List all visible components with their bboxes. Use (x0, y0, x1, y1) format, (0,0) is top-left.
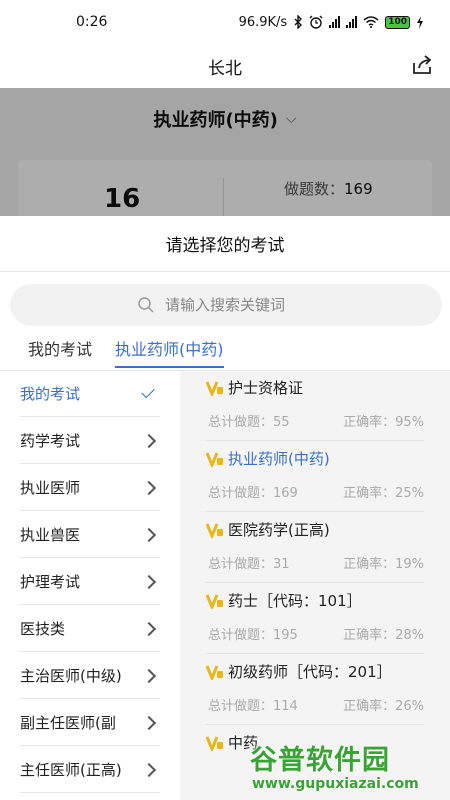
exam-total: 总计做题：195 (208, 628, 298, 643)
chevron-right-icon (141, 480, 157, 495)
exam-total: 总计做题：169 (208, 486, 298, 501)
vip-badge-icon (206, 664, 223, 680)
exam-list: 护士资格证 总计做题：55 正确率：95% 执业药师(中药) 总计做题：169 … (180, 371, 450, 800)
picker-content: 我的考试 药学考试 执业医师 执业兽医 护理考试 医技类 主治医师(中级) 副主… (0, 370, 450, 800)
vip-badge-icon (206, 380, 223, 396)
exam-stats: 总计做题：55 正确率：95% (208, 411, 424, 430)
chevron-right-icon (141, 762, 157, 777)
category-item-physician[interactable]: 执业医师 (20, 465, 160, 511)
wifi-icon (363, 16, 379, 28)
exam-picker-sheet: 请选择您的考试 我的考试 执业药师(中药) 我的考试 药学考试 执业医师 执业兽… (0, 216, 450, 800)
exam-title: 药士［代码：101］ (206, 590, 362, 611)
watermark-title: 谷普软件园 (250, 745, 390, 776)
category-item-veterinary[interactable]: 执业兽医 (20, 512, 160, 558)
exam-stats: 总计做题：31 正确率：19% (208, 553, 424, 572)
search-input[interactable] (165, 296, 315, 314)
chevron-right-icon (141, 621, 157, 636)
vip-badge-icon (206, 735, 223, 751)
status-icons: 96.9K/s 100 (239, 15, 424, 30)
category-item-nursing[interactable]: 护理考试 (20, 559, 160, 605)
exam-title: 执业药师(中药) (206, 448, 330, 469)
checkmark-icon (141, 384, 155, 399)
chevron-right-icon (141, 527, 157, 542)
bluetooth-icon (294, 15, 303, 29)
category-label: 主治医师(中级) (20, 667, 122, 685)
category-label: 副主任医师(副 (20, 714, 116, 732)
exam-stats: 总计做题：169 正确率：25% (208, 482, 424, 501)
watermark-url: www.gupuxiazai.com (252, 776, 419, 792)
exam-accuracy: 正确率：25% (343, 486, 424, 501)
status-time: 0:26 (76, 14, 108, 30)
signal-icon (329, 16, 341, 28)
charging-icon (417, 15, 423, 29)
exam-name: 初级药师［代码：201］ (228, 663, 392, 681)
exam-name: 医院药学(正高) (228, 521, 330, 539)
search-bar[interactable] (10, 284, 442, 326)
category-item-attending[interactable]: 主治医师(中级) (20, 653, 160, 699)
category-item-medical-tech[interactable]: 医技类 (20, 606, 160, 652)
exam-item[interactable]: 药士［代码：101］ 总计做题：195 正确率：28% (206, 584, 424, 654)
network-speed: 96.9K/s (238, 14, 288, 30)
exam-title: 初级药师［代码：201］ (206, 661, 392, 682)
category-item-pharmacy[interactable]: 药学考试 (20, 418, 160, 464)
exam-item[interactable]: 医院药学(正高) 总计做题：31 正确率：19% (206, 513, 424, 583)
exam-name: 护士资格证 (228, 379, 304, 397)
alarm-icon (309, 15, 323, 29)
exam-title: 医院药学(正高) (206, 519, 330, 540)
chevron-right-icon (141, 574, 157, 589)
exam-item[interactable]: 护士资格证 总计做题：55 正确率：95% (206, 371, 424, 441)
category-label: 主任医师(正高) (20, 761, 122, 779)
vip-badge-icon (206, 593, 223, 609)
share-icon[interactable] (410, 53, 434, 77)
exam-name: 药士［代码：101］ (228, 592, 362, 610)
category-label: 我的考试 (20, 385, 81, 403)
status-bar: 0:26 96.9K/s 100 (0, 0, 450, 44)
category-list: 我的考试 药学考试 执业医师 执业兽医 护理考试 医技类 主治医师(中级) 副主… (0, 371, 180, 800)
category-item-deputy-chief[interactable]: 副主任医师(副 (20, 700, 160, 746)
category-label: 药学考试 (20, 432, 81, 450)
exam-stats: 总计做题：195 正确率：28% (208, 624, 424, 643)
category-label: 执业兽医 (20, 526, 81, 544)
category-label: 护理考试 (20, 573, 81, 591)
category-label: 医技类 (20, 620, 66, 638)
category-label: 执业医师 (20, 479, 81, 497)
app-header: 长北 (0, 44, 450, 88)
exam-item[interactable]: 初级药师［代码：201］ 总计做题：114 正确率：26% (206, 655, 424, 725)
tab-current-exam[interactable]: 执业药师(中药) (115, 332, 224, 368)
watermark-logo: 谷普软件园 www.gupuxiazai.com (250, 738, 450, 800)
exam-title: 护士资格证 (206, 377, 303, 398)
exam-total: 总计做题：114 (208, 699, 298, 714)
page-title: 长北 (208, 58, 242, 79)
exam-total: 总计做题：55 (208, 415, 290, 430)
exam-total: 总计做题：31 (208, 557, 290, 572)
exam-accuracy: 正确率：95% (343, 415, 424, 430)
vip-badge-icon (206, 451, 223, 467)
chevron-right-icon (141, 668, 157, 683)
battery-icon: 100 (385, 15, 410, 29)
exam-accuracy: 正确率：26% (343, 699, 424, 714)
sheet-title: 请选择您的考试 (0, 216, 450, 272)
exam-item-selected[interactable]: 执业药师(中药) 总计做题：169 正确率：25% (206, 442, 424, 512)
exam-accuracy: 正确率：19% (343, 557, 424, 572)
exam-accuracy: 正确率：28% (343, 628, 424, 643)
tab-my-exams[interactable]: 我的考试 (28, 332, 92, 360)
category-item-chief[interactable]: 主任医师(正高) (20, 747, 160, 793)
exam-tabs: 我的考试 执业药师(中药) (0, 332, 450, 370)
chevron-right-icon (141, 433, 157, 448)
chevron-right-icon (141, 715, 157, 730)
search-icon (138, 297, 154, 313)
hd-signal-icon (346, 16, 358, 28)
category-item-my-exams[interactable]: 我的考试 (20, 371, 160, 417)
vip-badge-icon (206, 522, 223, 538)
exam-name: 执业药师(中药) (228, 450, 330, 468)
exam-stats: 总计做题：114 正确率：26% (208, 695, 424, 714)
